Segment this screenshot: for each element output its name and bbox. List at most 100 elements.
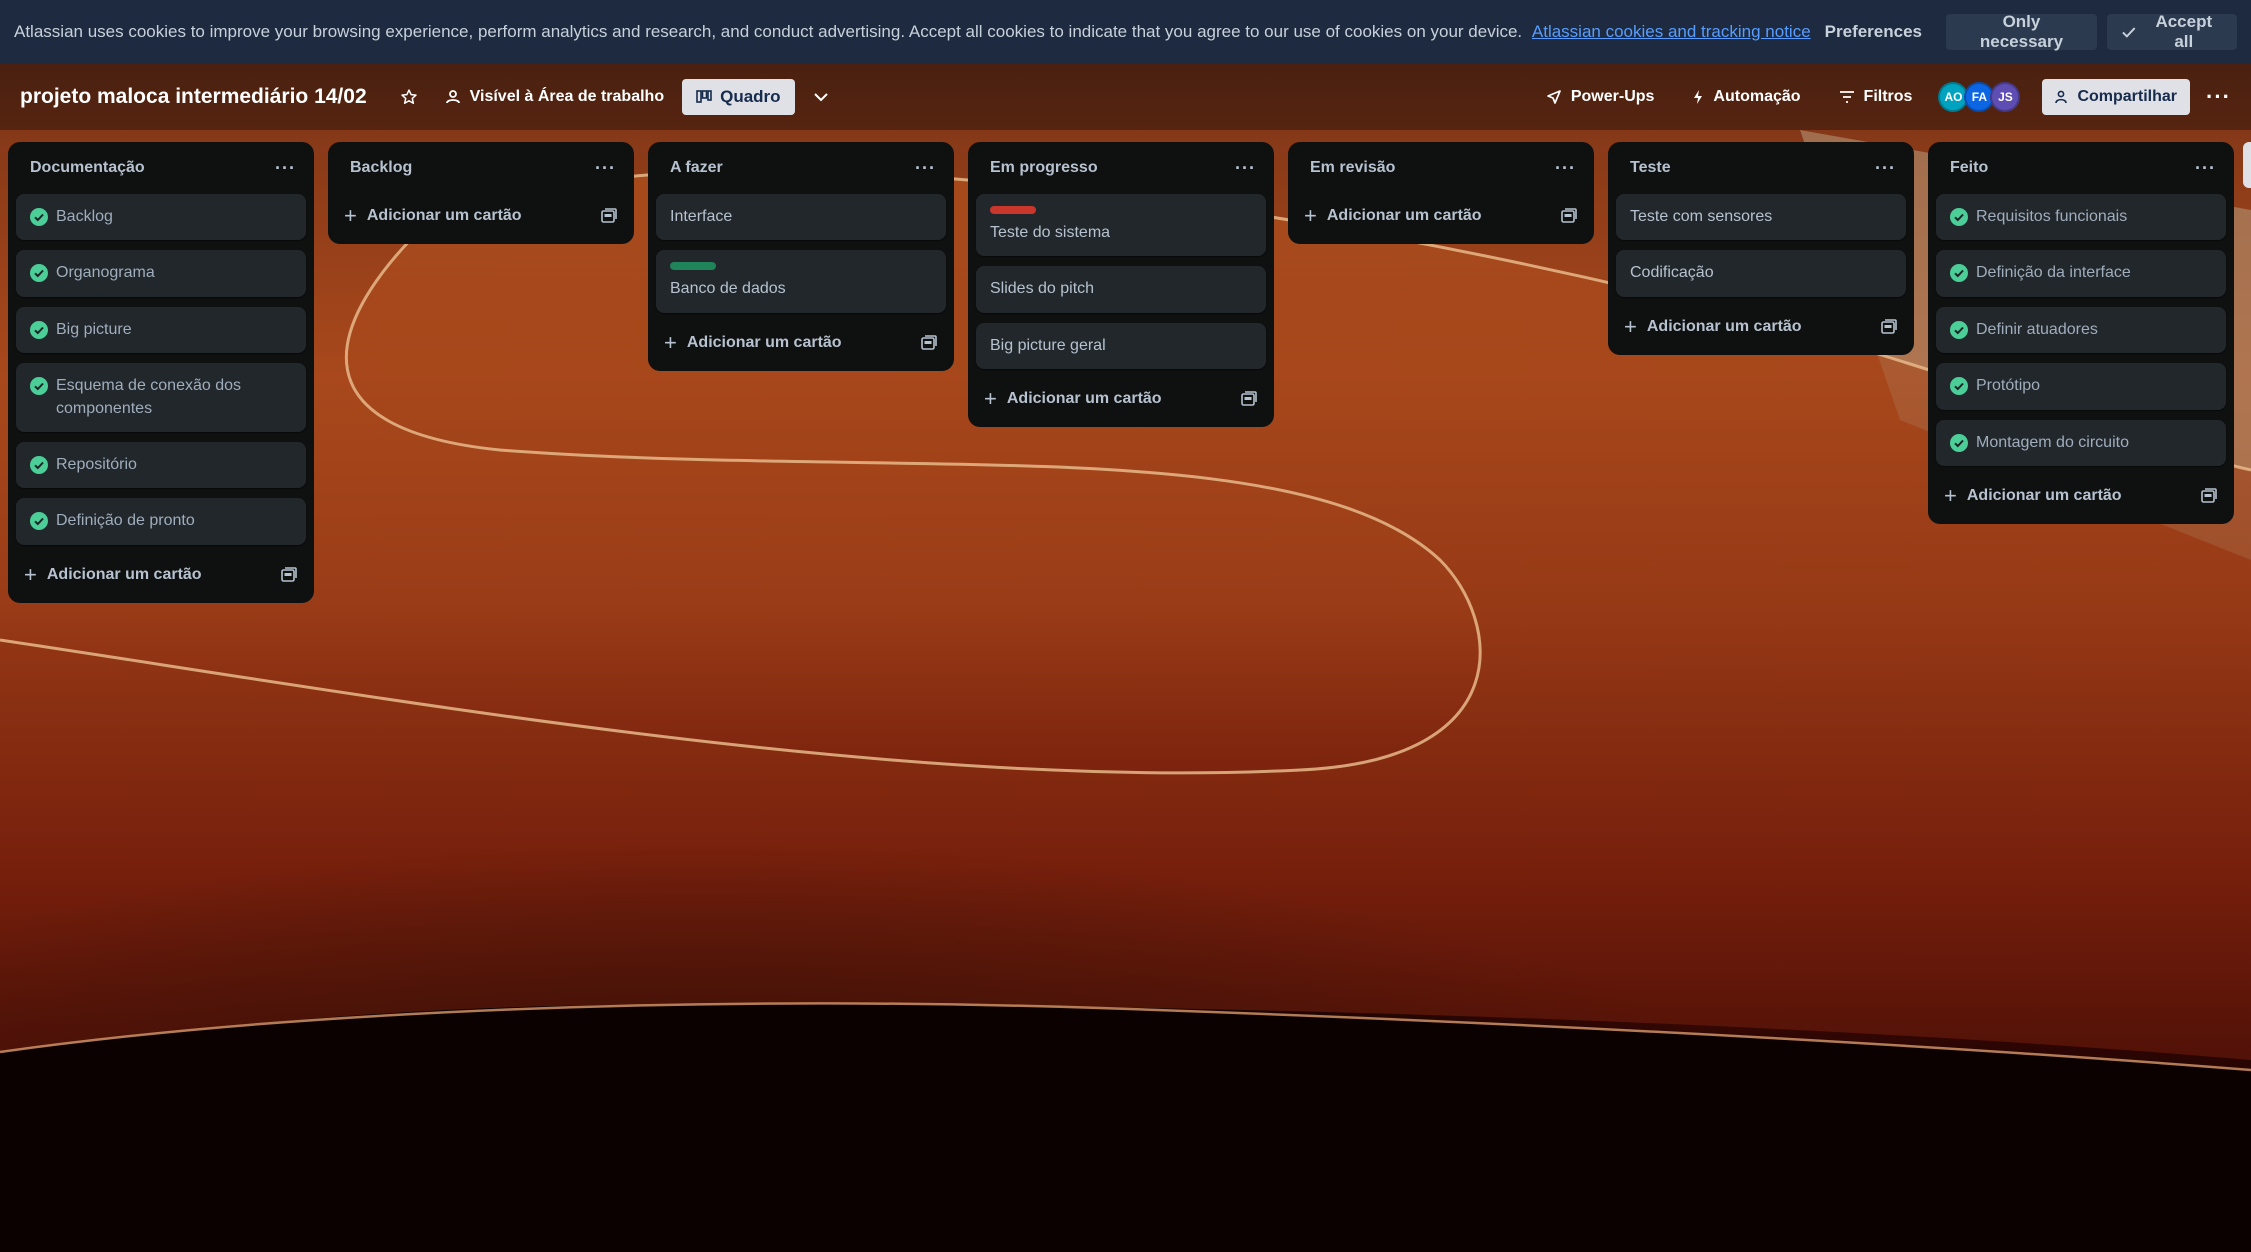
card-title: Banco de dados [670,280,786,298]
card[interactable]: Definir atuadores [1936,306,2226,354]
card[interactable]: Esquema de conexão dos componentes [16,363,306,432]
card[interactable]: Teste do sistema [976,194,1266,257]
star-button[interactable] [393,81,425,113]
check-circle-icon[interactable] [1950,377,1968,396]
list-menu-button[interactable]: ··· [2195,158,2216,179]
list-menu-button[interactable]: ··· [1235,158,1256,179]
cookie-only-necessary-button[interactable]: Only necessary [1946,12,2097,51]
list-title[interactable]: Documentação [30,159,145,177]
card[interactable]: Protótipo [1936,363,2226,410]
add-card-button[interactable]: + Adicionar um cartão [1624,315,1802,338]
list-title[interactable]: Backlog [350,159,412,177]
card-title: Slides do pitch [990,280,1095,298]
avatar[interactable]: JS [1990,82,2021,112]
check-circle-icon[interactable] [30,208,48,226]
automation-button[interactable]: Automação [1684,82,1808,112]
view-switcher-board[interactable]: Quadro [682,79,795,115]
check-icon [2122,27,2136,38]
list-menu-button[interactable]: ··· [1875,158,1896,179]
card[interactable]: Definição da interface [1936,250,2226,297]
add-card-button[interactable]: + Adicionar um cartão [1304,205,1482,227]
card[interactable]: Definição de pronto [16,498,306,545]
cookie-accept-all-button[interactable]: Accept all [2106,12,2237,51]
check-circle-icon[interactable] [1950,264,1968,283]
member-avatars: AO FA JS [1938,82,2021,112]
filters-button[interactable]: Filtros [1831,82,1921,112]
check-circle-icon[interactable] [30,377,48,396]
add-card-label: Adicionar um cartão [1646,317,1802,335]
list-6: Feito ··· Requisitos funcionais Definição d… [1928,142,2234,524]
lightning-icon [1694,90,1703,104]
card[interactable]: Requisitos funcionais [1936,194,2226,241]
add-person-icon [2055,90,2068,104]
card-title: Montagem do circuito [1976,433,2129,451]
card[interactable]: Slides do pitch [976,266,1266,313]
list-title[interactable]: A fazer [670,159,723,177]
card-template-icon[interactable] [600,207,618,225]
add-card-row: + Adicionar um cartão [336,196,626,236]
card[interactable]: Big picture [16,306,306,354]
card[interactable]: Teste com sensores [1616,194,1906,241]
list-title[interactable]: Teste [1630,159,1671,177]
card[interactable]: Organograma [16,250,306,297]
list-3: Em progresso ··· Teste do sistema Slides do… [968,142,1274,428]
add-list-edge[interactable] [2243,142,2251,188]
view-dropdown-button[interactable] [805,81,837,113]
cookie-text: Atlassian uses cookies to improve your b… [14,22,1523,41]
list-menu-button[interactable]: ··· [595,158,616,179]
card[interactable]: Backlog [16,194,306,241]
list-title[interactable]: Em progresso [990,159,1098,177]
card[interactable]: Banco de dados [656,250,946,313]
add-card-button[interactable]: + Adicionar um cartão [1944,482,2122,508]
share-button[interactable]: Compartilhar [2042,79,2191,115]
card-label [670,262,716,271]
list-title[interactable]: Em revisão [1310,159,1395,177]
card-title: Backlog [56,208,113,225]
star-icon [400,89,417,104]
list-4: Em revisão ··· + Adicionar um cartão [1288,142,1594,244]
list-header: Feito ··· [1936,142,2226,194]
card-template-icon[interactable] [1240,390,1258,408]
add-card-button[interactable]: + Adicionar um cartão [664,329,842,355]
add-card-button[interactable]: + Adicionar um cartão [344,205,522,227]
card[interactable]: Codificação [1616,250,1906,297]
check-circle-icon[interactable] [30,455,48,474]
card[interactable]: Montagem do circuito [1936,419,2226,466]
add-card-button[interactable]: + Adicionar um cartão [984,388,1162,410]
card-template-icon[interactable] [920,334,938,352]
board-title[interactable]: projeto maloca intermediário 14/02 [20,85,367,109]
visibility-button[interactable]: Visível à Área de trabalho [437,82,672,112]
card-template-icon[interactable] [2200,487,2218,505]
card-template-icon[interactable] [1560,207,1578,225]
card-template-icon[interactable] [280,566,298,584]
card-title: Repositório [56,455,137,473]
plus-icon: + [1944,482,1957,508]
plus-icon: + [984,386,997,412]
add-card-label: Adicionar um cartão [1006,390,1162,408]
list-menu-button[interactable]: ··· [275,158,296,179]
check-circle-icon[interactable] [30,512,48,531]
check-circle-icon[interactable] [30,320,48,339]
card[interactable]: Interface [656,194,946,241]
power-ups-button[interactable]: Power-Ups [1538,82,1663,112]
cookie-notice-link[interactable]: Atlassian cookies and tracking notice [1532,22,1811,41]
board-menu-button[interactable]: ··· [2206,84,2231,110]
card[interactable]: Repositório [16,441,306,489]
check-circle-icon[interactable] [1950,433,1968,452]
check-circle-icon[interactable] [1950,320,1968,339]
check-circle-icon[interactable] [30,264,48,283]
check-circle-icon[interactable] [1950,208,1968,226]
list-header: Em revisão ··· [1296,142,1586,194]
list-menu-button[interactable]: ··· [915,158,936,179]
card[interactable]: Big picture geral [976,322,1266,370]
plus-icon: + [24,561,37,587]
plus-icon: + [664,329,677,355]
card-title: Interface [670,208,733,225]
card-template-icon[interactable] [1880,318,1898,336]
list-title[interactable]: Feito [1950,159,1988,177]
list-2: A fazer ··· Interface Banco de dados + Adicio… [648,142,954,371]
add-card-label: Adicionar um cartão [686,333,842,351]
list-menu-button[interactable]: ··· [1555,158,1576,179]
cookie-preferences-button[interactable]: Preferences [1811,14,1936,50]
add-card-button[interactable]: + Adicionar um cartão [24,561,202,587]
